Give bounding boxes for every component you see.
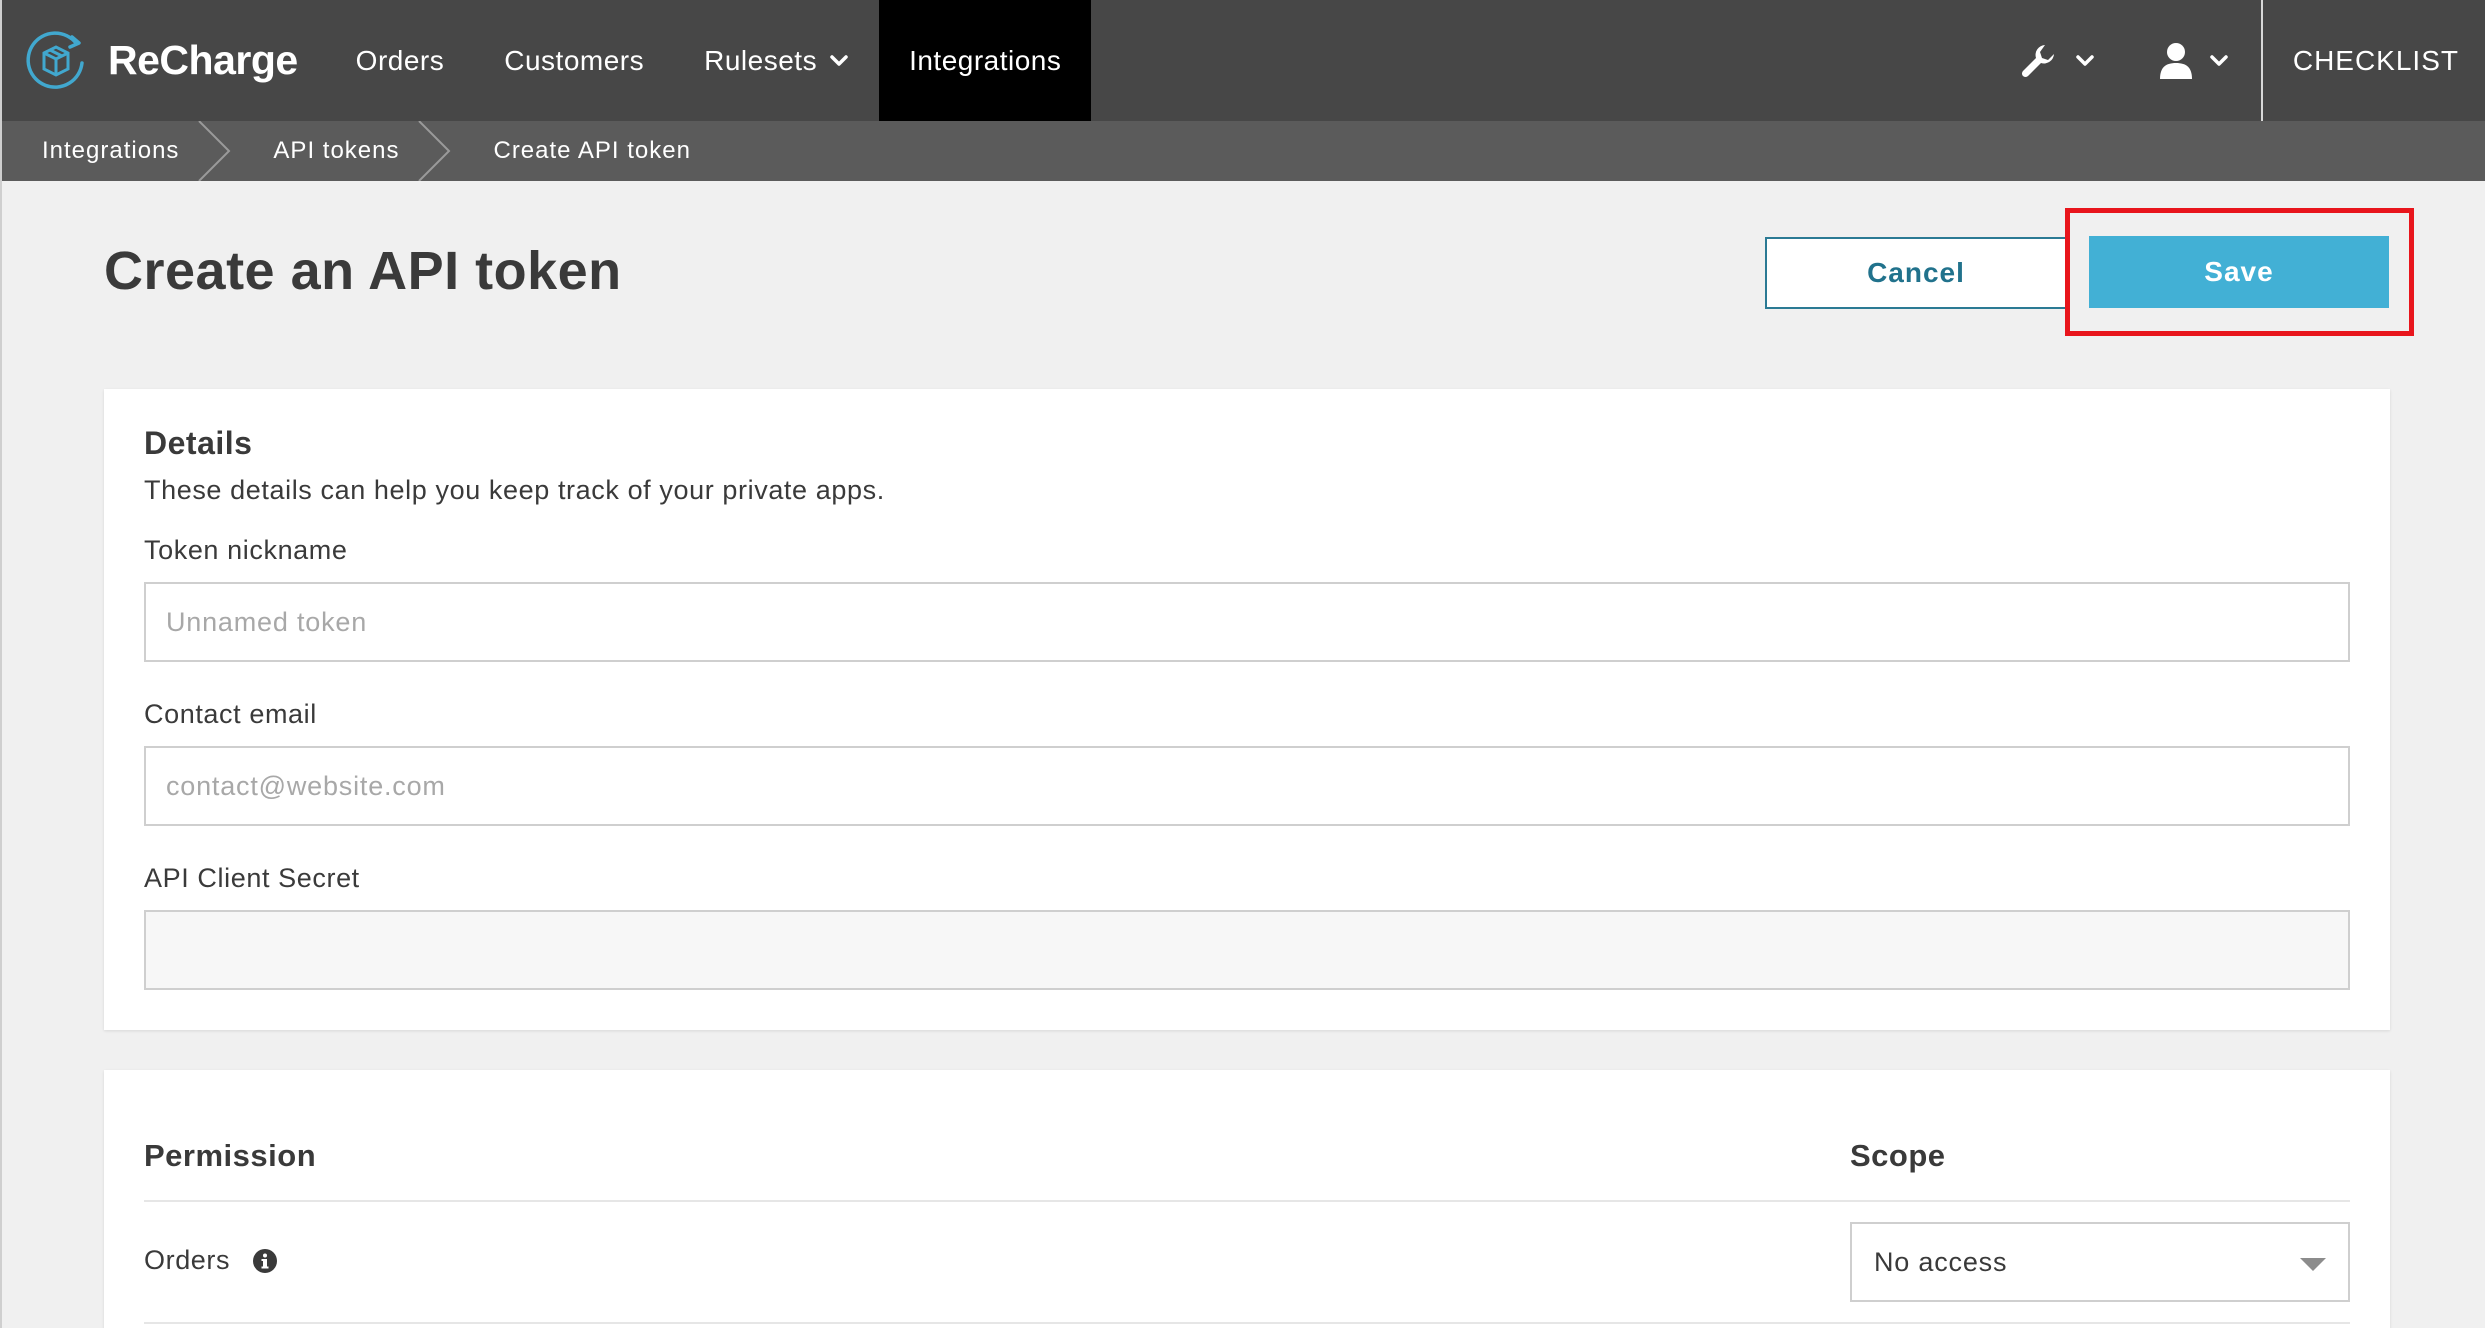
nav-right: CHECKLIST — [1987, 0, 2485, 121]
orders-scope-select[interactable]: No access — [1850, 1222, 2350, 1302]
chevron-down-icon — [2076, 54, 2094, 66]
brand[interactable]: ReCharge — [2, 0, 298, 121]
nav-item-label: Customers — [504, 44, 645, 76]
api-client-secret-label: API Client Secret — [144, 863, 360, 893]
caret-down-icon — [2300, 1257, 2326, 1271]
details-title: Details — [144, 425, 253, 461]
nav-item-integrations[interactable]: Integrations — [879, 0, 1092, 121]
top-navigation: ReCharge Orders Customers Rulesets Integ… — [2, 0, 2485, 121]
breadcrumb-item-integrations[interactable]: Integrations — [2, 121, 233, 181]
page-title: Create an API token — [104, 241, 622, 301]
cancel-button[interactable]: Cancel — [1765, 237, 2067, 309]
scope-column-header: Scope — [1850, 1138, 1946, 1173]
nav-item-label: Rulesets — [704, 44, 818, 76]
breadcrumb: Integrations API tokens Create API token — [2, 121, 2485, 181]
breadcrumb-label: API tokens — [273, 137, 400, 164]
divider — [144, 1200, 2350, 1202]
wrench-icon — [2021, 44, 2054, 77]
permission-label: Orders — [144, 1245, 231, 1275]
breadcrumb-item-current: Create API token — [453, 121, 690, 181]
scope-select-value: No access — [1874, 1246, 2008, 1277]
nav-item-orders[interactable]: Orders — [326, 0, 475, 121]
app-frame: ReCharge Orders Customers Rulesets Integ… — [0, 0, 2485, 1328]
contact-email-input[interactable] — [144, 746, 2350, 826]
details-card: Details These details can help you keep … — [104, 389, 2390, 1030]
nav-item-label: Orders — [355, 44, 445, 76]
checklist-button[interactable]: CHECKLIST — [2260, 0, 2485, 121]
save-button[interactable]: Save — [2089, 236, 2389, 308]
permission-column-header: Permission — [144, 1138, 317, 1173]
user-icon — [2159, 42, 2192, 79]
main-nav: Orders Customers Rulesets Integrations — [326, 0, 1092, 121]
api-client-secret-input[interactable] — [144, 910, 2350, 990]
token-nickname-label: Token nickname — [144, 535, 348, 565]
token-nickname-input[interactable] — [144, 582, 2350, 662]
recharge-box-logo-icon — [26, 30, 84, 89]
chevron-down-icon — [2210, 54, 2228, 66]
checklist-label: CHECKLIST — [2292, 44, 2459, 76]
nav-item-rulesets[interactable]: Rulesets — [674, 0, 879, 121]
account-menu-button[interactable] — [2127, 0, 2261, 121]
permission-row-orders: Orders — [144, 1245, 278, 1276]
chevron-right-icon — [418, 121, 451, 181]
nav-item-label: Integrations — [909, 44, 1062, 76]
brand-name: ReCharge — [108, 37, 298, 83]
permissions-card: Permission Scope Orders No access — [104, 1070, 2390, 1328]
chevron-right-icon — [198, 121, 231, 181]
nav-item-customers[interactable]: Customers — [474, 0, 674, 121]
contact-email-label: Contact email — [144, 699, 317, 729]
divider — [144, 1322, 2350, 1324]
info-icon[interactable] — [252, 1248, 278, 1274]
breadcrumb-item-api-tokens[interactable]: API tokens — [233, 121, 453, 181]
tools-menu-button[interactable] — [1987, 0, 2127, 121]
chevron-down-icon — [830, 54, 848, 66]
details-description: These details can help you keep track of… — [144, 475, 885, 505]
breadcrumb-label: Create API token — [493, 137, 691, 164]
breadcrumb-label: Integrations — [42, 137, 180, 164]
